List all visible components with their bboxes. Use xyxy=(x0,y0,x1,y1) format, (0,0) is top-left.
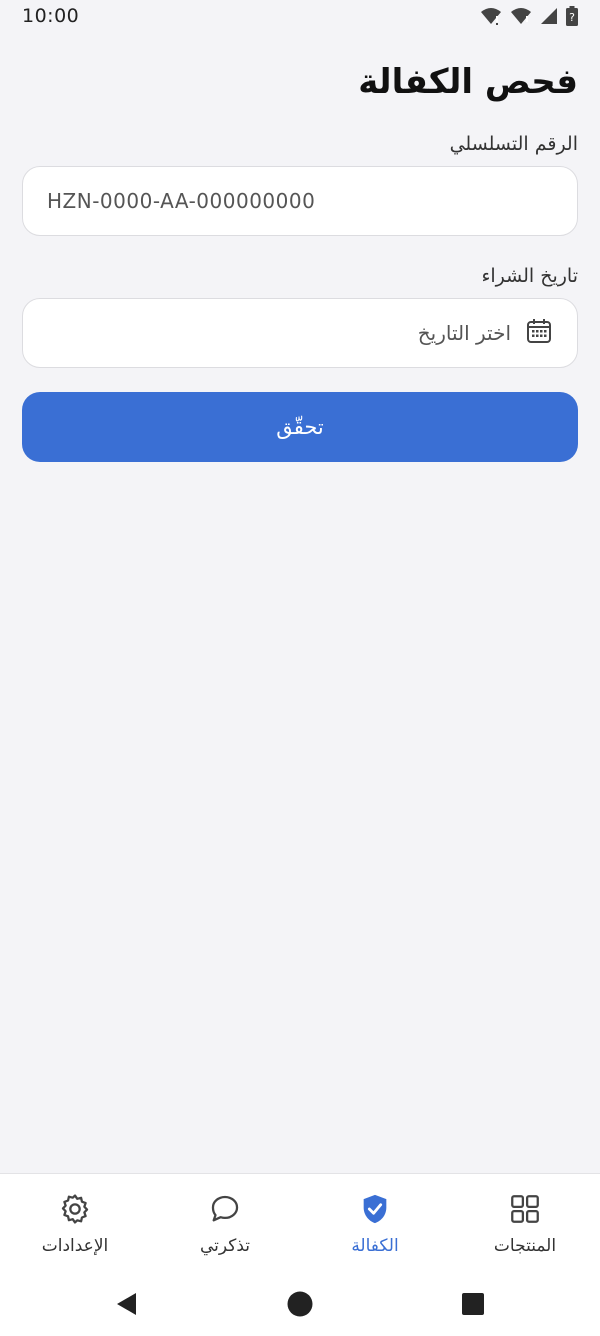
back-icon[interactable] xyxy=(112,1289,142,1319)
recents-icon[interactable] xyxy=(458,1289,488,1319)
page-title: فحص الكفالة xyxy=(358,62,578,102)
nav-item-tickets[interactable]: تذكرتي xyxy=(150,1174,300,1271)
status-icons: ? xyxy=(480,6,578,26)
nav-label-warranty: الكفالة xyxy=(351,1236,399,1256)
shield-check-icon xyxy=(358,1192,392,1230)
warranty-check-form: فحص الكفالة الرقم التسلسلي HZN-0000-AA-0… xyxy=(22,52,578,462)
signal-icon xyxy=(510,7,532,25)
serial-label: الرقم التسلسلي xyxy=(449,133,578,155)
purchase-date-label: تاريخ الشراء xyxy=(481,265,578,287)
calendar-icon xyxy=(525,317,553,349)
verify-button[interactable]: تحقّق xyxy=(22,392,578,462)
date-placeholder: اختر التاريخ xyxy=(417,321,511,345)
home-icon[interactable] xyxy=(285,1289,315,1319)
nav-item-warranty[interactable]: الكفالة xyxy=(300,1174,450,1271)
nav-label-settings: الإعدادات xyxy=(41,1236,109,1256)
svg-text:?: ? xyxy=(569,11,575,24)
gear-icon xyxy=(58,1192,92,1230)
signal-icon xyxy=(540,7,558,25)
purchase-date-input[interactable]: اختر التاريخ xyxy=(22,298,578,368)
serial-input[interactable]: HZN-0000-AA-000000000 xyxy=(22,166,578,236)
nav-item-products[interactable]: المنتجات xyxy=(450,1174,600,1271)
wifi-icon xyxy=(480,7,502,25)
bottom-nav: الإعدادات تذكرتي الكفالة المنتجات xyxy=(0,1173,600,1271)
battery-icon: ? xyxy=(566,6,578,26)
grid-icon xyxy=(508,1192,542,1230)
status-time: 10:00 xyxy=(22,5,80,27)
status-bar: 10:00 ? xyxy=(0,0,600,32)
serial-value: HZN-0000-AA-000000000 xyxy=(47,189,316,213)
chat-bubble-icon xyxy=(208,1192,242,1230)
nav-label-tickets: تذكرتي xyxy=(199,1236,251,1256)
system-nav xyxy=(0,1271,600,1336)
nav-label-products: المنتجات xyxy=(493,1236,557,1256)
nav-item-settings[interactable]: الإعدادات xyxy=(0,1174,150,1271)
